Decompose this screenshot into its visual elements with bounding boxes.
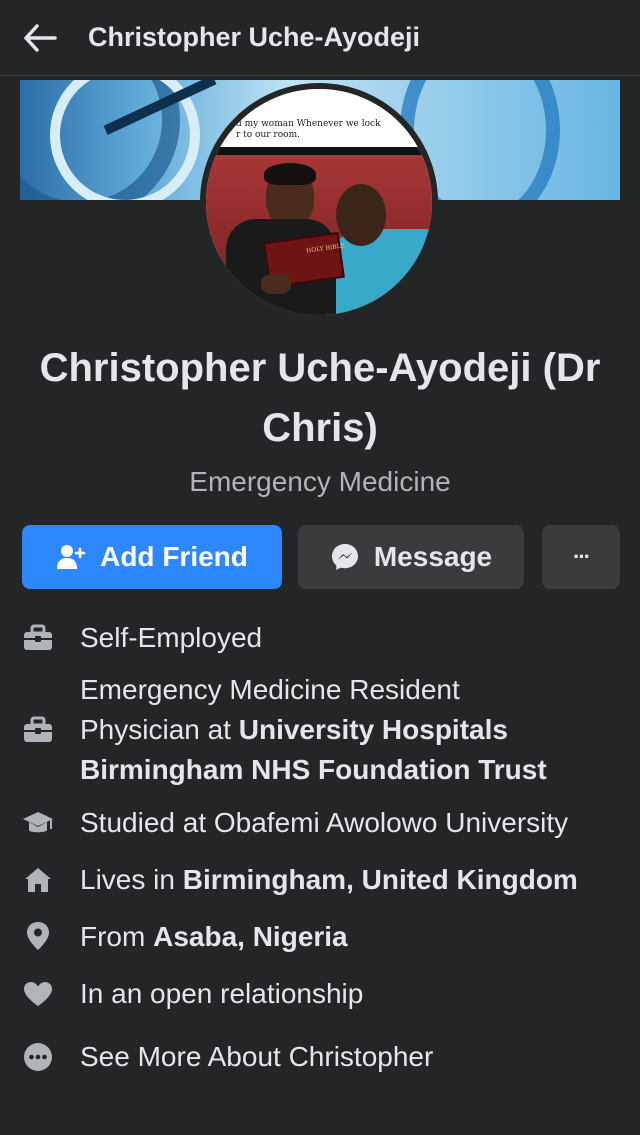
back-button[interactable]: [0, 0, 80, 76]
cover-caption-line2: r to our room.: [236, 130, 300, 140]
work-text: Emergency Medicine Resident Physician at…: [80, 670, 625, 790]
briefcase-icon: [22, 622, 54, 654]
from-prefix: From: [80, 921, 154, 952]
profile-subtitle: Emergency Medicine: [189, 466, 451, 497]
avatar: d my woman Whenever we lock r to our roo…: [206, 89, 432, 315]
work-prefix: Physician at: [80, 714, 239, 745]
more-options-button[interactable]: ···: [542, 525, 620, 589]
message-label: Message: [373, 541, 493, 572]
page-title: Christopher Uche-Ayodeji: [88, 22, 421, 52]
top-bar: Christopher Uche-Ayodeji: [0, 0, 640, 76]
relationship-text: In an open relationship: [80, 978, 364, 1009]
message-button[interactable]: Message: [298, 525, 524, 589]
heart-icon: [22, 978, 54, 1010]
add-friend-icon: [57, 545, 86, 569]
employer-link-cont[interactable]: Birmingham NHS Foundation Trust: [80, 754, 547, 785]
more-dots-icon: [22, 1041, 54, 1073]
messenger-icon: [331, 544, 358, 570]
employer-link[interactable]: University Hospitals: [239, 714, 508, 745]
home-icon: [22, 864, 54, 896]
work-text: Self-Employed: [80, 622, 263, 653]
profile-picture[interactable]: d my woman Whenever we lock r to our roo…: [200, 83, 438, 321]
cover-caption-line1: d my woman Whenever we lock: [236, 119, 381, 129]
see-more-link[interactable]: See More About Christopher: [80, 1037, 625, 1077]
back-arrow-icon: [24, 23, 57, 52]
education-text: Studied at Obafemi Awolowo University: [80, 807, 569, 838]
lives-prefix: Lives in: [80, 864, 183, 895]
add-friend-label: Add Friend: [100, 541, 248, 572]
more-options-icon: ···: [573, 544, 591, 569]
briefcase-icon: [22, 714, 54, 746]
graduation-cap-icon: [22, 807, 54, 839]
from-text: From Asaba, Nigeria: [80, 917, 625, 957]
work-line: Emergency Medicine Resident: [80, 674, 460, 705]
profile-name: Christopher Uche-Ayodeji (Dr Chris): [39, 346, 601, 450]
lives-text: Lives in Birmingham, United Kingdom: [80, 860, 625, 900]
add-friend-button[interactable]: Add Friend: [22, 525, 282, 589]
lives-place-link[interactable]: Birmingham, United Kingdom: [183, 864, 578, 895]
location-pin-icon: [22, 920, 54, 952]
from-place-link[interactable]: Asaba, Nigeria: [153, 921, 348, 952]
